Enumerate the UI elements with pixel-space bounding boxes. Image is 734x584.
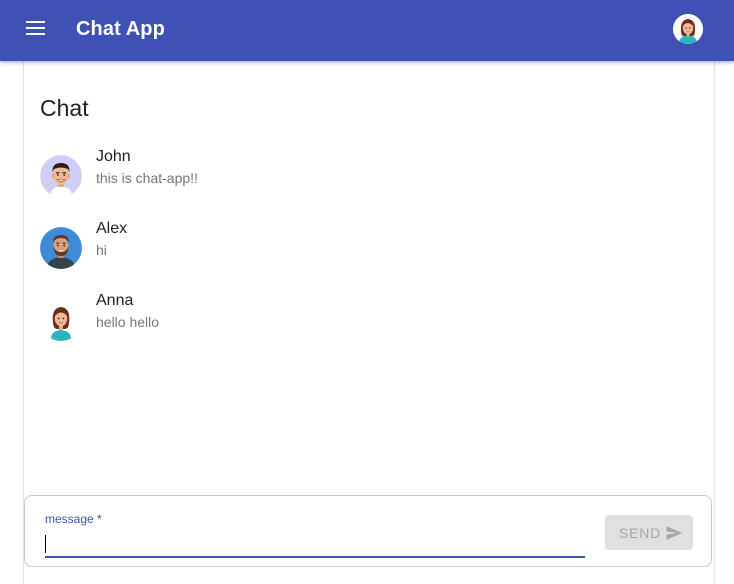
chat-list-item-john[interactable]: John this is chat-app!! [24, 145, 712, 209]
chat-name: Anna [96, 292, 134, 309]
message-field-label: message * [45, 512, 102, 526]
chat-last-message: hi [96, 242, 107, 258]
chat-last-message: hello hello [96, 314, 160, 330]
send-button-label: SEND [619, 525, 662, 541]
chat-list-item-anna[interactable]: Anna hello hello [24, 289, 712, 353]
chat-heading: Chat [40, 95, 89, 121]
text-caret [45, 535, 46, 553]
send-icon [666, 526, 683, 540]
message-input[interactable] [45, 530, 585, 558]
send-button[interactable]: SEND [605, 515, 693, 550]
chat-name: Alex [96, 220, 128, 237]
alex-avatar [40, 227, 82, 269]
menu-button[interactable] [18, 15, 50, 45]
account-avatar[interactable] [673, 14, 703, 44]
message-composer: message * SEND [24, 495, 712, 567]
chat-last-message: this is chat-app!! [96, 170, 198, 186]
app-bar: Chat App [0, 0, 734, 61]
anna-avatar [40, 299, 82, 341]
chat-name: John [96, 148, 131, 165]
anna-avatar-icon [673, 14, 703, 44]
john-avatar [40, 155, 82, 197]
chat-list-item-alex[interactable]: Alex hi [24, 217, 712, 281]
app-title: Chat App [76, 18, 165, 40]
